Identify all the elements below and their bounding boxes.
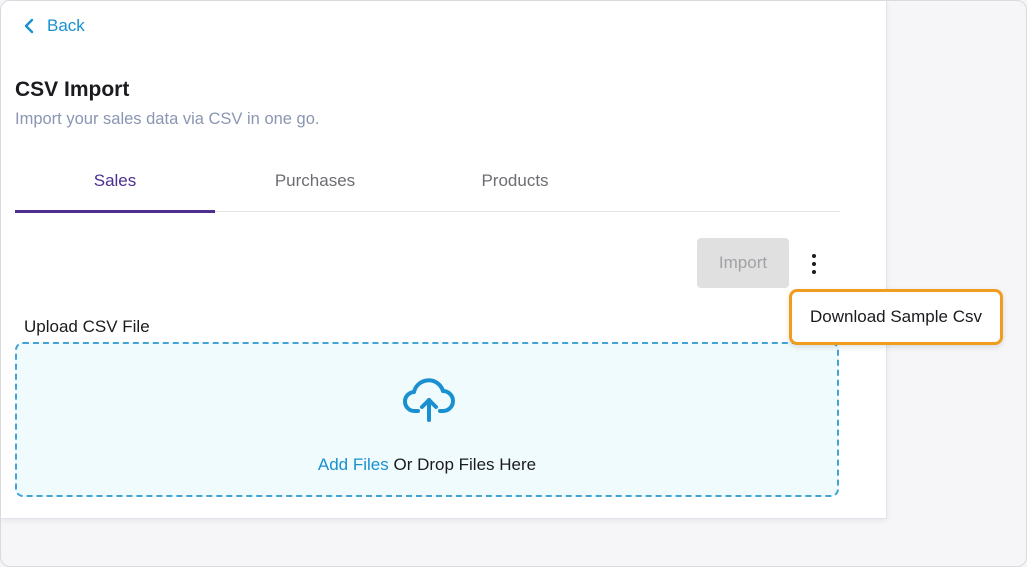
import-button[interactable]: Import [697, 238, 789, 288]
page-subtitle: Import your sales data via CSV in one go… [15, 110, 320, 128]
more-options-icon[interactable] [804, 251, 824, 277]
dropdown-menu: Download Sample Csv [789, 289, 1003, 345]
upload-csv-label: Upload CSV File [24, 317, 150, 336]
app-frame: Back CSV Import Import your sales data v… [0, 0, 1027, 567]
back-link[interactable]: Back [23, 15, 85, 37]
back-label: Back [47, 16, 85, 35]
add-files-link[interactable]: Add Files [318, 455, 389, 474]
page-title: CSV Import [15, 78, 130, 101]
drop-files-text: Or Drop Files Here [388, 455, 537, 474]
chevron-left-icon [24, 18, 34, 34]
tab-purchases[interactable]: Purchases [215, 161, 415, 211]
dropzone-text: Add Files Or Drop Files Here [17, 455, 837, 475]
tab-sales[interactable]: Sales [15, 161, 215, 213]
import-tabs: Sales Purchases Products [15, 161, 840, 213]
menu-item-download-sample-csv[interactable]: Download Sample Csv [810, 307, 982, 327]
tab-products[interactable]: Products [415, 161, 615, 211]
csv-import-card: Back CSV Import Import your sales data v… [1, 1, 887, 519]
tab-label: Purchases [274, 171, 356, 190]
cloud-upload-icon [403, 378, 455, 422]
file-dropzone[interactable]: Add Files Or Drop Files Here [15, 342, 839, 497]
tab-label: Products [481, 171, 549, 190]
tab-label: Sales [93, 171, 137, 190]
